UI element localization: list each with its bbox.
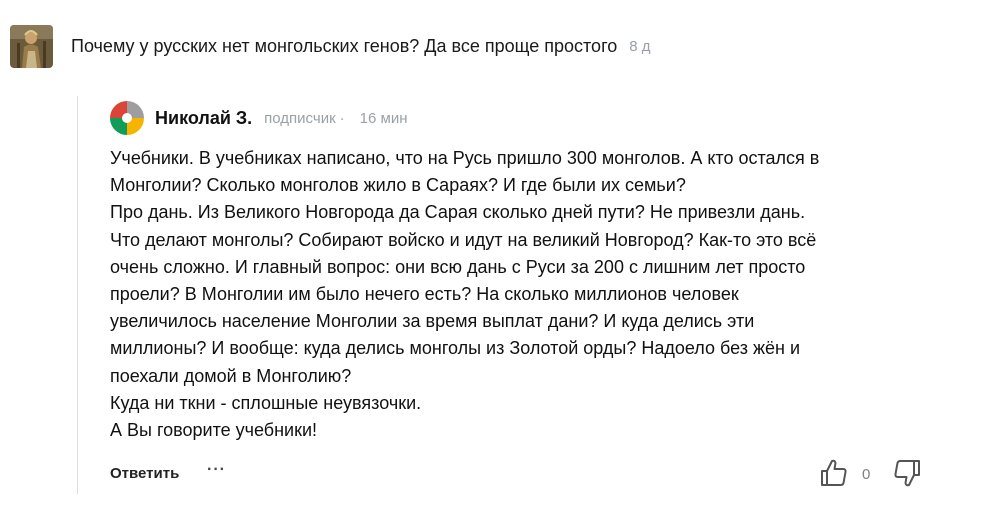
like-count: 0 bbox=[862, 466, 871, 483]
post-title[interactable]: Почему у русских нет монгольских генов? … bbox=[71, 36, 617, 57]
comment-time: 16 мин bbox=[359, 109, 408, 127]
more-options-button[interactable]: ··· bbox=[207, 461, 226, 479]
comment-line: Про дань. Из Великого Новгорода да Сарая… bbox=[110, 202, 806, 223]
comment-line: Монголии? Сколько монголов жило в Сараях… bbox=[110, 175, 686, 196]
thumbs-down-icon[interactable] bbox=[893, 458, 921, 488]
comment-line: проели? В Монголии им было нечего есть? … bbox=[110, 284, 739, 305]
comment-line: очень сложно. И главный вопрос: они всю … bbox=[110, 256, 806, 277]
comment-line: Учебники. В учебниках написано, что на Р… bbox=[110, 148, 820, 168]
comment-author[interactable]: Николай З. bbox=[155, 108, 252, 129]
thread-line bbox=[77, 96, 78, 494]
comment-header: Николай З. подписчик · 16 мин bbox=[110, 100, 407, 136]
post-age: 8 д bbox=[629, 37, 651, 55]
comment-line: Что делают монголы? Собирают войско и ид… bbox=[110, 229, 817, 250]
thumbs-up-icon[interactable] bbox=[820, 458, 848, 488]
comment-line: поехали домой в Монголию? bbox=[110, 365, 352, 386]
comment-line: А Вы говорите учебники! bbox=[110, 420, 318, 441]
colorful-pinwheel-avatar-icon[interactable] bbox=[110, 101, 144, 135]
comment-line: миллионы? И вообще: куда делись монголы … bbox=[110, 338, 801, 359]
parent-post[interactable]: Почему у русских нет монгольских генов? … bbox=[10, 22, 651, 70]
post-thumbnail[interactable] bbox=[10, 24, 53, 68]
meta-separator: · bbox=[339, 109, 345, 127]
comment-line: Куда ни ткни - сплошные неувязочки. bbox=[110, 392, 422, 413]
comment-text: Учебники. В учебниках написано, что на Р… bbox=[110, 145, 940, 444]
reply-button[interactable]: Ответить bbox=[110, 465, 179, 482]
comment-line: увеличилось население Монголии за время … bbox=[110, 311, 755, 332]
comment-thread: Почему у русских нет монгольских генов? … bbox=[0, 0, 992, 506]
author-role: подписчик bbox=[264, 109, 336, 127]
